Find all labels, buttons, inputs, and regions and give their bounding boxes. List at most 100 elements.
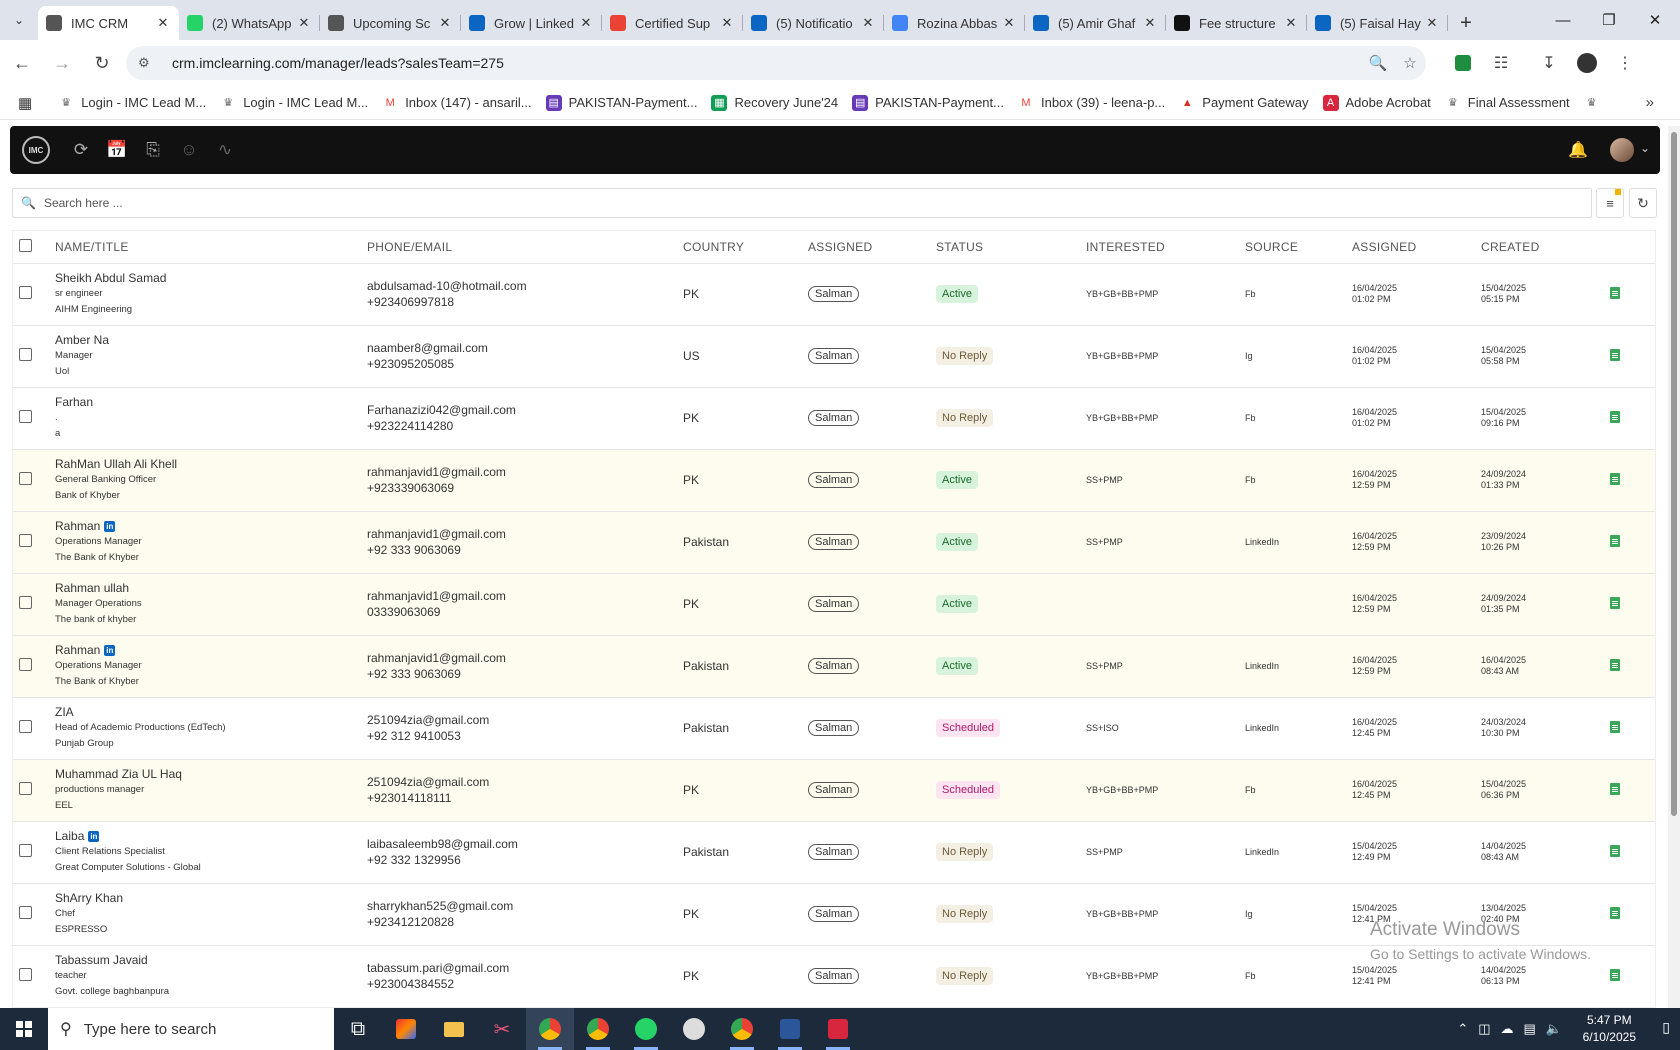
lead-email[interactable]: 251094zia@gmail.com xyxy=(367,774,683,790)
back-icon[interactable]: ← xyxy=(4,45,40,81)
clock-app-icon[interactable] xyxy=(670,1008,718,1050)
lead-email[interactable]: Farhanazizi042@gmail.com xyxy=(367,402,683,418)
tray-app-icon[interactable]: ◫ xyxy=(1478,1021,1490,1037)
document-icon[interactable] xyxy=(1610,906,1620,919)
start-button[interactable] xyxy=(0,1008,48,1050)
browser-tab[interactable]: (5) Amir Ghaf ✕ xyxy=(1025,6,1166,40)
assigned-badge[interactable]: Salman xyxy=(808,348,860,364)
assigned-badge[interactable]: Salman xyxy=(808,410,860,426)
header-source[interactable]: SOURCE xyxy=(1245,231,1352,264)
lead-name[interactable]: Farhan xyxy=(55,395,93,409)
apps-grid-icon[interactable]: ▦ xyxy=(18,94,32,112)
document-icon[interactable] xyxy=(1610,410,1620,423)
lead-name[interactable]: Rahman ullah xyxy=(55,581,129,595)
more-bookmarks-icon[interactable]: » xyxy=(1646,94,1654,111)
status-badge[interactable]: No Reply xyxy=(936,409,994,427)
task-view-icon[interactable]: ⧉ xyxy=(334,1008,382,1050)
lead-phone[interactable]: 03339063069 xyxy=(367,604,683,620)
close-tab-icon[interactable]: ✕ xyxy=(1283,15,1299,31)
row-checkbox[interactable] xyxy=(19,782,32,795)
new-tab-button[interactable]: + xyxy=(1448,6,1484,40)
lead-phone[interactable]: +923412120828 xyxy=(367,914,683,930)
browser-tab[interactable]: Grow | Linked ✕ xyxy=(461,6,602,40)
lead-phone[interactable]: +923406997818 xyxy=(367,294,683,310)
lead-name[interactable]: Sheikh Abdul Samad xyxy=(55,271,166,285)
assigned-badge[interactable]: Salman xyxy=(808,782,860,798)
row-checkbox[interactable] xyxy=(19,906,32,919)
browser-tab[interactable]: Certified Sup ✕ xyxy=(602,6,743,40)
close-tab-icon[interactable]: ✕ xyxy=(860,15,876,31)
status-badge[interactable]: Active xyxy=(936,285,978,303)
onedrive-icon[interactable]: ☁ xyxy=(1501,1021,1514,1037)
activity-icon[interactable]: ∿ xyxy=(208,140,242,160)
extensions-puzzle-icon[interactable]: ☷ xyxy=(1484,46,1518,80)
close-tab-icon[interactable]: ✕ xyxy=(1424,15,1440,31)
leads-export-icon[interactable]: ⎘ xyxy=(136,140,170,160)
table-row[interactable]: Sheikh Abdul Samad sr engineer AIHM Engine… xyxy=(13,263,1655,326)
header-created[interactable]: CREATED xyxy=(1481,231,1610,264)
search-input[interactable]: 🔍 Search here ... xyxy=(12,188,1592,218)
page-scrollbar[interactable] xyxy=(1668,126,1680,1008)
lead-email[interactable]: sharrykhan525@gmail.com xyxy=(367,898,683,914)
lead-name[interactable]: Rahman xyxy=(55,519,100,533)
row-checkbox[interactable] xyxy=(19,658,32,671)
linkedin-icon[interactable]: in xyxy=(104,521,116,532)
header-assigned-date[interactable]: ASSIGNED xyxy=(1352,231,1481,264)
document-icon[interactable] xyxy=(1610,286,1620,299)
table-row[interactable]: ZIA Head of Academic Productions (EdTech)… xyxy=(13,697,1655,760)
close-tab-icon[interactable]: ✕ xyxy=(437,15,453,31)
lead-phone[interactable]: +923095205085 xyxy=(367,356,683,372)
whatsapp-icon[interactable] xyxy=(622,1008,670,1050)
assigned-badge[interactable]: Salman xyxy=(808,286,860,302)
table-row[interactable]: Rahman in Operations Manager The Bank of Kh… xyxy=(13,635,1655,698)
bookmark-item[interactable]: M Inbox (147) - ansaril... xyxy=(382,95,532,111)
acrobat-icon[interactable] xyxy=(814,1008,862,1050)
assigned-badge[interactable]: Salman xyxy=(808,472,860,488)
status-badge[interactable]: Active xyxy=(936,595,978,613)
table-row[interactable]: Farhan. a Farhanazizi042@gmail.com +9232241… xyxy=(13,387,1655,450)
bookmark-item[interactable]: ♛ Final Assessment xyxy=(1445,95,1570,111)
chrome-icon[interactable] xyxy=(526,1008,574,1050)
lead-phone[interactable]: +923224114280 xyxy=(367,418,683,434)
document-icon[interactable] xyxy=(1610,534,1620,547)
file-explorer-icon[interactable] xyxy=(430,1008,478,1050)
header-name-title[interactable]: NAME/TITLE xyxy=(55,231,367,264)
assigned-badge[interactable]: Salman xyxy=(808,720,860,736)
status-badge[interactable]: No Reply xyxy=(936,967,994,985)
close-tab-icon[interactable]: ✕ xyxy=(155,15,171,31)
lead-name[interactable]: ZIA xyxy=(55,705,74,719)
chevron-down-icon[interactable]: ⌄ xyxy=(1640,141,1650,155)
lead-email[interactable]: rahmanjavid1@gmail.com xyxy=(367,588,683,604)
header-country[interactable]: COUNTRY xyxy=(683,231,808,264)
bookmark-star-icon[interactable]: ☆ xyxy=(1394,54,1426,72)
document-icon[interactable] xyxy=(1610,720,1620,733)
status-badge[interactable]: No Reply xyxy=(936,347,994,365)
status-badge[interactable]: Active xyxy=(936,533,978,551)
lead-email[interactable]: abdulsamad-10@hotmail.com xyxy=(367,278,683,294)
bookmark-item[interactable]: ♛ Login - IMC Lead M... xyxy=(58,95,206,111)
chrome-profile-icon[interactable] xyxy=(574,1008,622,1050)
reload-icon[interactable]: ↻ xyxy=(84,45,120,81)
user-avatar[interactable] xyxy=(1610,138,1634,162)
header-status[interactable]: STATUS xyxy=(936,231,1086,264)
row-checkbox[interactable] xyxy=(19,472,32,485)
assigned-badge[interactable]: Salman xyxy=(808,534,860,550)
linkedin-icon[interactable]: in xyxy=(104,645,116,656)
network-icon[interactable]: ▤ xyxy=(1524,1021,1536,1037)
lead-phone[interactable]: +923014118111 xyxy=(367,790,683,806)
browser-menu-icon[interactable]: ⋮ xyxy=(1608,46,1642,80)
assigned-badge[interactable]: Salman xyxy=(808,596,860,612)
status-badge[interactable]: No Reply xyxy=(936,843,994,861)
zoom-icon[interactable]: 🔍 xyxy=(1362,54,1394,72)
downloads-icon[interactable]: ↧ xyxy=(1532,46,1566,80)
status-badge[interactable]: Scheduled xyxy=(936,781,1000,799)
table-row[interactable]: Muhammad Zia UL Haq productions manager EE… xyxy=(13,759,1655,822)
lead-email[interactable]: 251094zia@gmail.com xyxy=(367,712,683,728)
close-tab-icon[interactable]: ✕ xyxy=(1001,15,1017,31)
bookmark-item[interactable]: ▤ PAKISTAN-Payment... xyxy=(545,94,697,111)
lead-email[interactable]: naamber8@gmail.com xyxy=(367,340,683,356)
volume-muted-icon[interactable]: 🔈 xyxy=(1546,1021,1562,1037)
lead-phone[interactable]: +92 333 9063069 xyxy=(367,542,683,558)
lead-name[interactable]: Rahman xyxy=(55,643,100,657)
imc-logo[interactable]: IMC xyxy=(22,136,50,164)
